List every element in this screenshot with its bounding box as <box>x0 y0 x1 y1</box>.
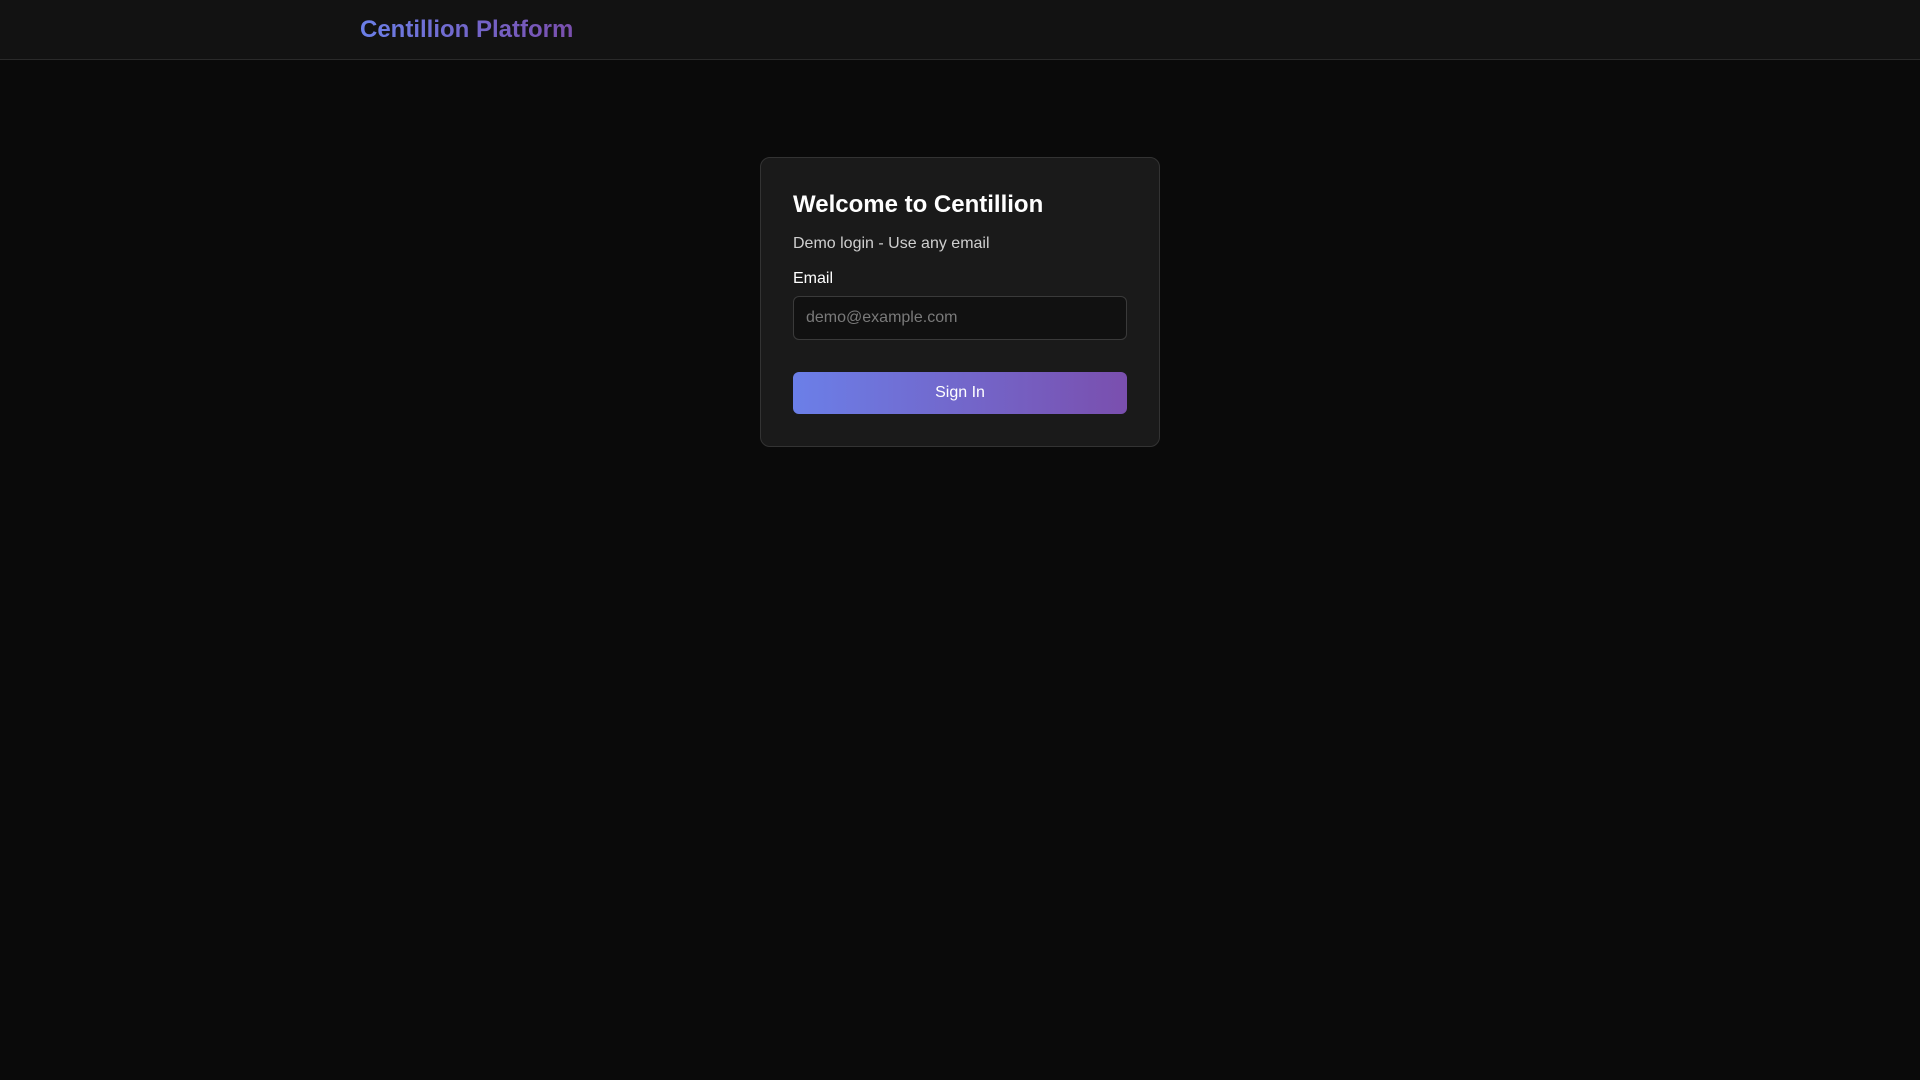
email-field[interactable] <box>793 296 1127 340</box>
login-subtitle: Demo login - Use any email <box>793 235 990 252</box>
sign-in-button[interactable]: Sign In <box>793 372 1127 414</box>
login-card: Welcome to Centillion Demo login - Use a… <box>760 157 1160 447</box>
top-nav-bar: Centillion Platform <box>0 0 1920 60</box>
login-title: Welcome to Centillion <box>793 191 1044 218</box>
brand-logo-text[interactable]: Centillion Platform <box>360 14 573 46</box>
email-label: Email <box>793 270 834 287</box>
